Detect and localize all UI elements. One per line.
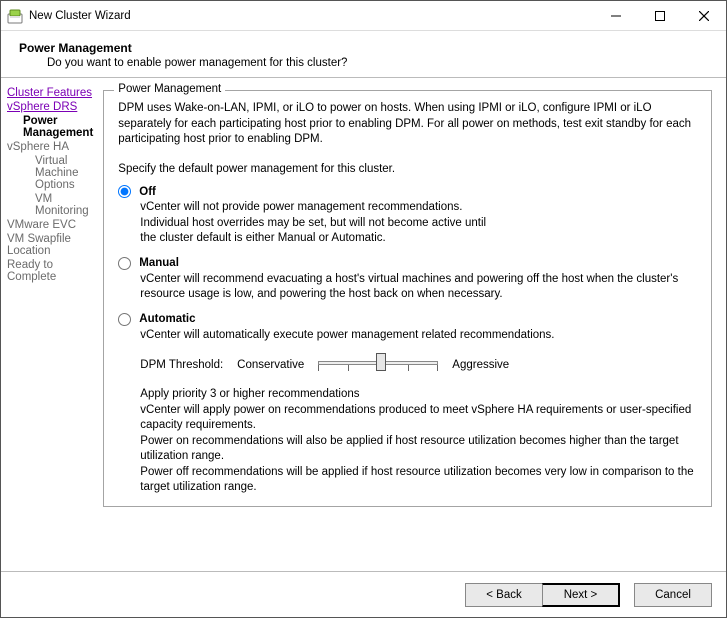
desc-off: vCenter will not provide power managemen… <box>140 200 697 247</box>
app-icon <box>7 8 23 24</box>
maximize-button[interactable] <box>638 1 682 31</box>
wizard-window: New Cluster Wizard Power Management Do y… <box>0 0 727 618</box>
back-button[interactable]: < Back <box>465 583 543 607</box>
threshold-label: DPM Threshold: <box>140 359 223 371</box>
desc-automatic: vCenter will automatically execute power… <box>140 328 697 344</box>
close-button[interactable] <box>682 1 726 31</box>
radio-manual[interactable] <box>118 257 131 270</box>
minimize-button[interactable] <box>594 1 638 31</box>
slider-thumb[interactable] <box>376 353 386 371</box>
step-vmware-evc: VMware EVC <box>7 218 93 232</box>
step-vsphere-ha: vSphere HA <box>7 140 93 154</box>
threshold-left: Conservative <box>237 359 304 371</box>
label-manual: Manual <box>139 257 179 269</box>
step-power-management: Power Management <box>7 114 93 140</box>
page-title: Power Management <box>19 41 716 55</box>
specify-text: Specify the default power management for… <box>118 162 697 178</box>
next-button[interactable]: Next > <box>542 583 620 607</box>
step-vsphere-drs[interactable]: vSphere DRS <box>7 100 93 114</box>
wizard-footer: < Back Next > Cancel <box>1 571 726 617</box>
desc-manual: vCenter will recommend evacuating a host… <box>140 272 697 303</box>
dpm-threshold-slider[interactable] <box>318 353 438 377</box>
radio-off[interactable] <box>118 185 131 198</box>
power-management-group: Power Management DPM uses Wake-on-LAN, I… <box>103 90 712 507</box>
step-vm-monitoring: VM Monitoring <box>7 192 93 218</box>
option-automatic: Automatic vCenter will automatically exe… <box>118 313 697 344</box>
label-off: Off <box>139 186 156 198</box>
step-vm-options: Virtual Machine Options <box>7 154 93 192</box>
wizard-header: Power Management Do you want to enable p… <box>1 31 726 77</box>
intro-text: DPM uses Wake-on-LAN, IPMI, or iLO to po… <box>118 101 697 148</box>
radio-automatic[interactable] <box>118 313 131 326</box>
group-legend: Power Management <box>114 83 225 95</box>
window-title: New Cluster Wizard <box>29 10 131 22</box>
option-off: Off vCenter will not provide power manag… <box>118 185 697 247</box>
step-vm-swapfile: VM Swapfile Location <box>7 232 93 258</box>
titlebar: New Cluster Wizard <box>1 1 726 31</box>
threshold-right: Aggressive <box>452 359 509 371</box>
wizard-steps-sidebar: Cluster Features vSphere DRS Power Manag… <box>1 78 93 571</box>
dpm-threshold-row: DPM Threshold: Conservative Aggressive <box>140 353 697 377</box>
wizard-content: Power Management DPM uses Wake-on-LAN, I… <box>93 78 726 571</box>
option-manual: Manual vCenter will recommend evacuating… <box>118 257 697 303</box>
page-subtitle: Do you want to enable power management f… <box>19 57 716 69</box>
apply-text: Apply priority 3 or higher recommendatio… <box>140 387 697 496</box>
cancel-button[interactable]: Cancel <box>634 583 712 607</box>
label-automatic: Automatic <box>139 313 195 325</box>
step-cluster-features[interactable]: Cluster Features <box>7 86 93 100</box>
step-ready-complete: Ready to Complete <box>7 258 93 284</box>
